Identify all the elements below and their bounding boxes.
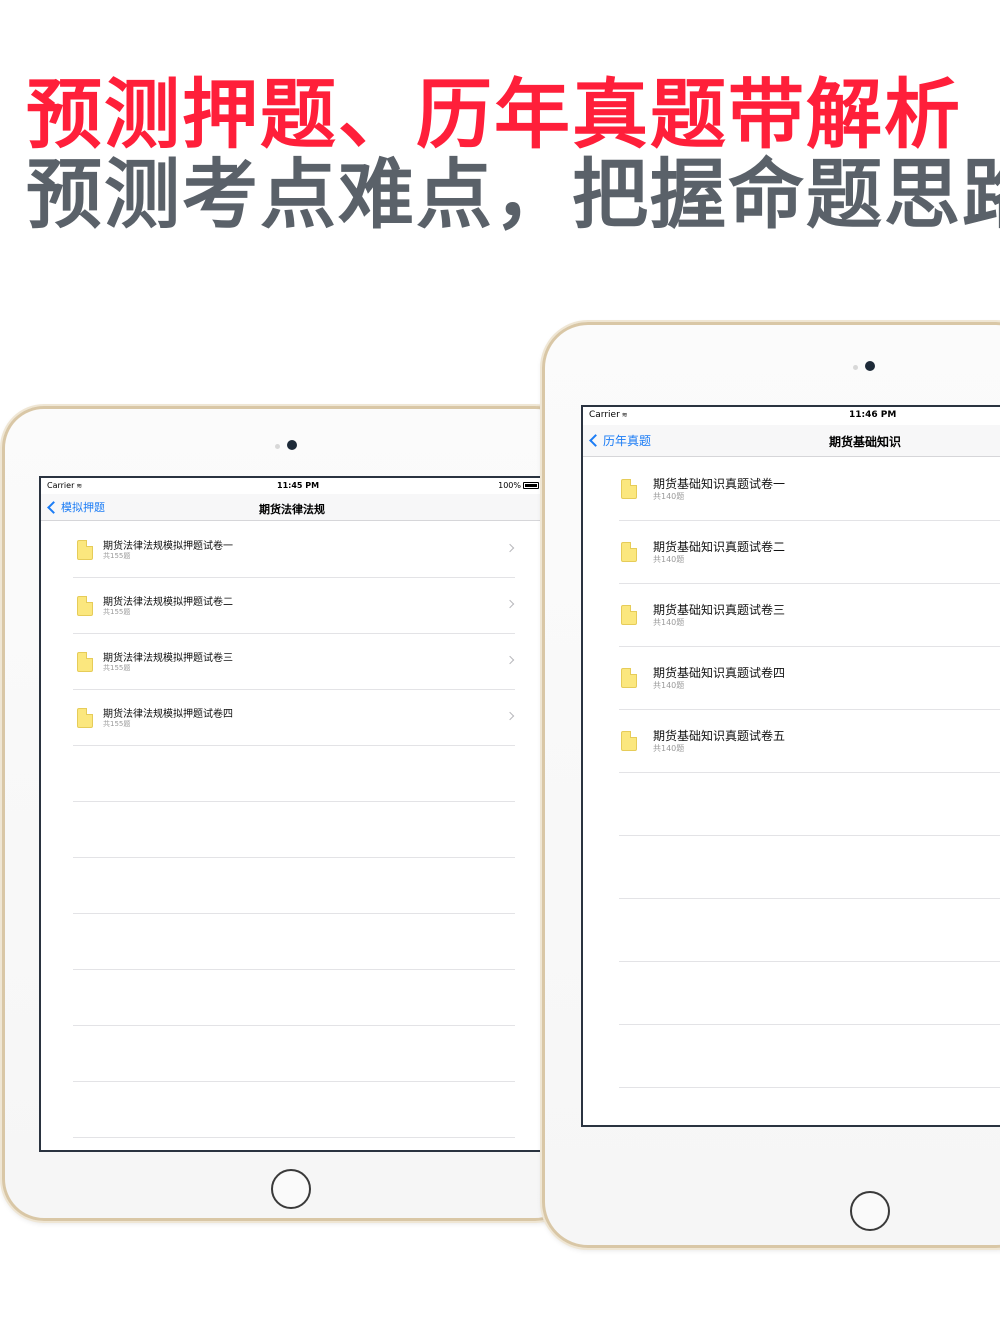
item-title: 期货基础知识真题试卷二 bbox=[653, 540, 786, 554]
headline-line-1: 预测押题、历年真题带解析 bbox=[26, 70, 962, 159]
item-subtitle: 共155题 bbox=[103, 720, 131, 728]
item-title: 期货法律法规模拟押题试卷一 bbox=[103, 541, 233, 552]
document-icon bbox=[621, 731, 637, 751]
empty-row-divider bbox=[73, 801, 515, 802]
left-screen: Carrier ≋ 11:45 PM 100% 模拟押题 期货法律法规 期货法律法… bbox=[39, 476, 547, 1152]
camera-icon bbox=[287, 440, 297, 450]
row-divider bbox=[73, 745, 515, 746]
status-bar: Carrier ≋ 11:45 PM 100% bbox=[41, 478, 545, 494]
empty-row-divider bbox=[73, 857, 515, 858]
item-subtitle: 共140题 bbox=[653, 492, 685, 501]
back-label: 模拟押题 bbox=[61, 501, 105, 514]
list-item[interactable]: 期货基础知识真题试卷三 共140题 bbox=[583, 584, 1000, 646]
chevron-left-icon bbox=[589, 434, 602, 447]
item-title: 期货基础知识真题试卷一 bbox=[653, 477, 786, 491]
home-button[interactable] bbox=[850, 1191, 890, 1231]
empty-row-divider bbox=[619, 1024, 1000, 1025]
item-subtitle: 共155题 bbox=[103, 608, 131, 616]
back-button[interactable]: 历年真题 bbox=[589, 432, 652, 449]
item-title: 期货法律法规模拟押题试卷二 bbox=[103, 597, 233, 608]
item-subtitle: 共140题 bbox=[653, 555, 685, 564]
item-subtitle: 共155题 bbox=[103, 552, 131, 560]
right-screen: Carrier ≋ 11:46 PM 历年真题 期货基础知识 期货基础知识真题试卷… bbox=[581, 405, 1000, 1127]
battery-indicator: 100% bbox=[498, 481, 539, 490]
chevron-left-icon bbox=[47, 500, 60, 514]
empty-row-divider bbox=[73, 913, 515, 914]
item-title: 期货基础知识真题试卷三 bbox=[653, 603, 786, 617]
document-icon bbox=[77, 652, 93, 672]
item-subtitle: 共140题 bbox=[653, 744, 685, 753]
document-icon bbox=[621, 542, 637, 562]
home-button[interactable] bbox=[271, 1169, 311, 1209]
back-label: 历年真题 bbox=[603, 434, 652, 448]
exam-list: 期货基础知识真题试卷一 共140题 期货基础知识真题试卷二 共140题 期货基础… bbox=[583, 458, 1000, 1125]
navigation-bar: 模拟押题 期货法律法规 bbox=[41, 494, 545, 521]
item-subtitle: 共140题 bbox=[653, 681, 685, 690]
row-divider bbox=[619, 772, 1000, 773]
carrier-label: Carrier ≋ bbox=[589, 410, 628, 420]
document-icon bbox=[77, 596, 93, 616]
item-subtitle: 共155题 bbox=[103, 664, 131, 672]
item-subtitle: 共140题 bbox=[653, 618, 685, 627]
empty-row-divider bbox=[73, 969, 515, 970]
empty-row-divider bbox=[73, 1137, 515, 1138]
status-time: 11:46 PM bbox=[849, 410, 897, 420]
empty-row-divider bbox=[73, 1081, 515, 1082]
ipad-left-frame: Carrier ≋ 11:45 PM 100% 模拟押题 期货法律法规 期货法律法… bbox=[2, 406, 577, 1221]
list-item[interactable]: 期货基础知识真题试卷四 共140题 bbox=[583, 647, 1000, 709]
document-icon bbox=[77, 540, 93, 560]
status-time: 11:45 PM bbox=[277, 481, 320, 490]
list-item[interactable]: 期货法律法规模拟押题试卷一 共155题 bbox=[41, 522, 545, 577]
status-bar: Carrier ≋ 11:46 PM bbox=[583, 407, 1000, 425]
item-title: 期货基础知识真题试卷四 bbox=[653, 666, 786, 680]
wifi-icon: ≋ bbox=[76, 482, 83, 490]
camera-icon bbox=[865, 361, 875, 371]
chevron-right-icon bbox=[505, 711, 515, 721]
ipad-right-frame: Carrier ≋ 11:46 PM 历年真题 期货基础知识 期货基础知识真题试卷… bbox=[542, 322, 1000, 1248]
back-button[interactable]: 模拟押题 bbox=[47, 499, 105, 515]
carrier-label: Carrier ≋ bbox=[47, 481, 83, 490]
exam-list: 期货法律法规模拟押题试卷一 共155题 期货法律法规模拟押题试卷二 共155题 … bbox=[41, 522, 545, 1150]
empty-row-divider bbox=[619, 898, 1000, 899]
nav-title: 期货基础知识 bbox=[829, 435, 902, 449]
item-title: 期货基础知识真题试卷五 bbox=[653, 729, 786, 743]
sensor-dot bbox=[275, 444, 280, 449]
empty-row-divider bbox=[619, 1087, 1000, 1088]
empty-row-divider bbox=[619, 961, 1000, 962]
list-item[interactable]: 期货法律法规模拟押题试卷四 共155题 bbox=[41, 690, 545, 745]
chevron-right-icon bbox=[505, 655, 515, 665]
document-icon bbox=[621, 668, 637, 688]
battery-icon bbox=[523, 482, 539, 489]
list-item[interactable]: 期货基础知识真题试卷五 共140题 bbox=[583, 710, 1000, 772]
list-item[interactable]: 期货基础知识真题试卷一 共140题 bbox=[583, 458, 1000, 520]
list-item[interactable]: 期货法律法规模拟押题试卷三 共155题 bbox=[41, 634, 545, 689]
sensor-dot bbox=[853, 365, 858, 370]
chevron-right-icon bbox=[505, 599, 515, 609]
navigation-bar: 历年真题 期货基础知识 bbox=[583, 425, 1000, 457]
empty-row-divider bbox=[73, 1025, 515, 1026]
document-icon bbox=[621, 479, 637, 499]
document-icon bbox=[621, 605, 637, 625]
empty-row-divider bbox=[619, 835, 1000, 836]
item-title: 期货法律法规模拟押题试卷三 bbox=[103, 653, 233, 664]
nav-title: 期货法律法规 bbox=[259, 503, 325, 516]
headline-line-2: 预测考点难点，把握命题思路 bbox=[26, 150, 1000, 239]
chevron-right-icon bbox=[505, 543, 515, 553]
list-item[interactable]: 期货法律法规模拟押题试卷二 共155题 bbox=[41, 578, 545, 633]
item-title: 期货法律法规模拟押题试卷四 bbox=[103, 709, 233, 720]
document-icon bbox=[77, 708, 93, 728]
wifi-icon: ≋ bbox=[621, 411, 628, 419]
list-item[interactable]: 期货基础知识真题试卷二 共140题 bbox=[583, 521, 1000, 583]
